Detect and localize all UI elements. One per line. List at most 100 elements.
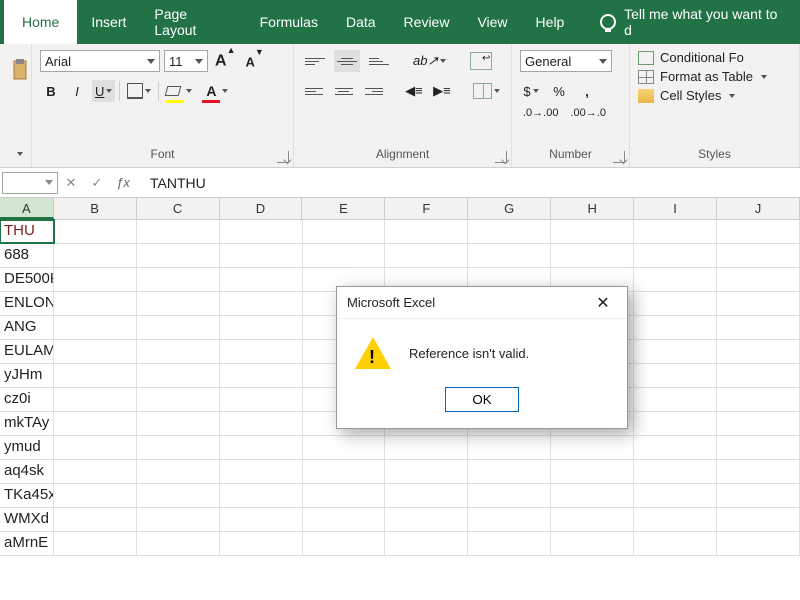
cell[interactable]: [54, 316, 137, 339]
cell-styles-button[interactable]: Cell Styles: [638, 88, 791, 103]
cell[interactable]: [717, 244, 800, 267]
cell[interactable]: [717, 340, 800, 363]
cell[interactable]: [137, 388, 220, 411]
cell[interactable]: [54, 364, 137, 387]
cell[interactable]: [717, 460, 800, 483]
cell[interactable]: [385, 484, 468, 507]
column-header-F[interactable]: F: [385, 198, 468, 219]
cell[interactable]: [717, 508, 800, 531]
align-center-button[interactable]: [332, 80, 356, 102]
cell[interactable]: [634, 244, 717, 267]
cell[interactable]: aMrnE: [0, 532, 54, 555]
cell[interactable]: [54, 388, 137, 411]
cell[interactable]: [220, 316, 303, 339]
cell[interactable]: [54, 220, 137, 243]
font-name-combo[interactable]: Arial: [40, 50, 160, 72]
cell[interactable]: [717, 412, 800, 435]
cell[interactable]: [303, 436, 386, 459]
column-header-A[interactable]: A: [0, 198, 54, 219]
cell[interactable]: [303, 532, 386, 555]
cell[interactable]: [303, 220, 386, 243]
borders-button[interactable]: [124, 80, 154, 102]
align-top-button[interactable]: [302, 50, 328, 72]
cell[interactable]: [220, 340, 303, 363]
cell[interactable]: [220, 220, 303, 243]
name-box[interactable]: [2, 172, 58, 194]
cell[interactable]: [717, 484, 800, 507]
cell[interactable]: [220, 484, 303, 507]
cell[interactable]: [220, 364, 303, 387]
tab-help[interactable]: Help: [522, 0, 579, 44]
number-dialog-launcher[interactable]: [613, 151, 625, 163]
cell[interactable]: [220, 508, 303, 531]
cell[interactable]: [717, 532, 800, 555]
tab-insert[interactable]: Insert: [77, 0, 140, 44]
column-header-E[interactable]: E: [302, 198, 385, 219]
cell[interactable]: 688: [0, 244, 54, 267]
cell[interactable]: [137, 340, 220, 363]
cell[interactable]: [634, 388, 717, 411]
cell[interactable]: [303, 244, 386, 267]
cell[interactable]: [717, 316, 800, 339]
wrap-text-button[interactable]: [467, 50, 495, 72]
cell[interactable]: [634, 268, 717, 291]
cell[interactable]: [54, 268, 137, 291]
tab-page-layout[interactable]: Page Layout: [140, 0, 245, 44]
cell[interactable]: [468, 532, 551, 555]
cell[interactable]: WMXd: [0, 508, 54, 531]
font-color-button[interactable]: A: [199, 80, 231, 102]
cell[interactable]: [385, 460, 468, 483]
cell[interactable]: [551, 532, 634, 555]
column-header-B[interactable]: B: [54, 198, 137, 219]
cell[interactable]: [137, 268, 220, 291]
bold-button[interactable]: B: [40, 80, 62, 102]
paste-dropdown[interactable]: [8, 145, 30, 163]
cell[interactable]: [551, 436, 634, 459]
increase-indent-button[interactable]: ▶≡: [431, 80, 453, 102]
align-left-button[interactable]: [302, 80, 326, 102]
increase-decimal-button[interactable]: .0→.00: [520, 102, 561, 124]
align-bottom-button[interactable]: [366, 50, 392, 72]
cell[interactable]: TKa45x: [0, 484, 54, 507]
cell[interactable]: [220, 436, 303, 459]
decrease-font-button[interactable]: A▼: [242, 50, 266, 72]
align-middle-button[interactable]: [334, 50, 360, 72]
cell[interactable]: DE500K: [0, 268, 54, 291]
tell-me[interactable]: Tell me what you want to d: [586, 0, 800, 44]
cell[interactable]: [634, 364, 717, 387]
cell[interactable]: [54, 532, 137, 555]
cell[interactable]: [137, 484, 220, 507]
formula-value[interactable]: TANTHU: [136, 175, 206, 191]
cell[interactable]: [385, 532, 468, 555]
tab-data[interactable]: Data: [332, 0, 390, 44]
cell[interactable]: [137, 292, 220, 315]
underline-button[interactable]: U: [92, 80, 115, 102]
cell[interactable]: [551, 220, 634, 243]
column-header-H[interactable]: H: [551, 198, 634, 219]
cell[interactable]: [717, 292, 800, 315]
cell[interactable]: aq4sk: [0, 460, 54, 483]
tab-view[interactable]: View: [463, 0, 521, 44]
tab-review[interactable]: Review: [390, 0, 464, 44]
cell[interactable]: [634, 484, 717, 507]
tab-formulas[interactable]: Formulas: [246, 0, 332, 44]
cell[interactable]: yJHm: [0, 364, 54, 387]
cell[interactable]: [717, 220, 800, 243]
alignment-dialog-launcher[interactable]: [495, 151, 507, 163]
cell[interactable]: [634, 412, 717, 435]
cell[interactable]: [468, 460, 551, 483]
dialog-ok-button[interactable]: OK: [445, 387, 519, 412]
paste-button[interactable]: [8, 50, 32, 90]
cell[interactable]: ymud: [0, 436, 54, 459]
decrease-indent-button[interactable]: ◀≡: [403, 80, 425, 102]
cell[interactable]: [220, 460, 303, 483]
cell[interactable]: [54, 484, 137, 507]
cell[interactable]: [468, 436, 551, 459]
cell[interactable]: [303, 484, 386, 507]
cell[interactable]: EULAM: [0, 340, 54, 363]
percent-button[interactable]: %: [548, 80, 570, 102]
fx-button[interactable]: ƒx: [110, 175, 136, 190]
cell[interactable]: [220, 268, 303, 291]
cell[interactable]: [385, 220, 468, 243]
cell[interactable]: [54, 508, 137, 531]
